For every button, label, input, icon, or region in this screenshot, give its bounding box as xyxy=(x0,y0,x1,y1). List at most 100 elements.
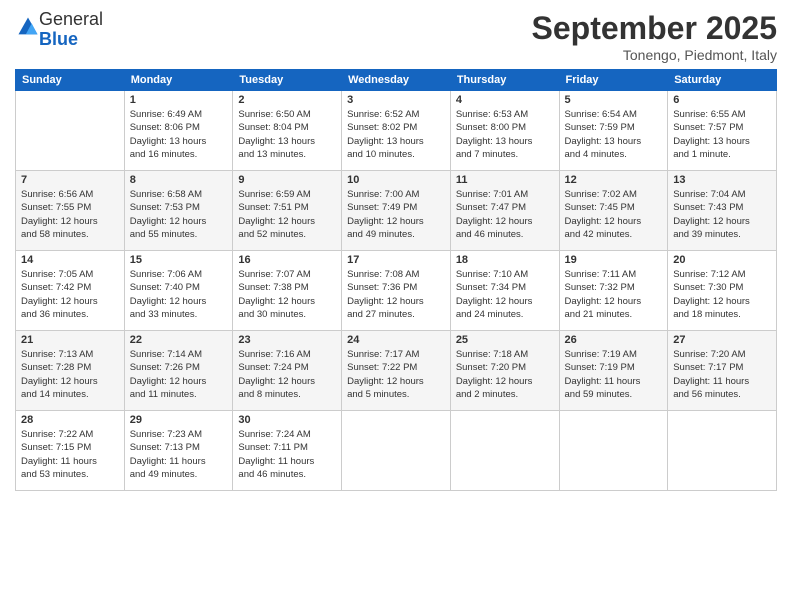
day-number: 26 xyxy=(565,334,663,346)
calendar-cell xyxy=(16,91,125,171)
day-info: Sunrise: 6:49 AMSunset: 8:06 PMDaylight:… xyxy=(130,108,228,161)
day-info: Sunrise: 7:06 AMSunset: 7:40 PMDaylight:… xyxy=(130,268,228,321)
calendar-cell: 8 Sunrise: 6:58 AMSunset: 7:53 PMDaylight… xyxy=(124,171,233,251)
day-number: 25 xyxy=(456,334,554,346)
calendar-cell: 23 Sunrise: 7:16 AMSunset: 7:24 PMDayligh… xyxy=(233,331,342,411)
day-number: 9 xyxy=(238,174,336,186)
calendar-cell xyxy=(342,411,451,491)
header: General Blue September 2025 Tonengo, Pie… xyxy=(15,10,777,63)
day-number: 20 xyxy=(673,254,771,266)
calendar-cell: 27Sunrise: 7:20 AMSunset: 7:17 PMDayligh… xyxy=(668,331,777,411)
calendar-cell: 30 Sunrise: 7:24 AMSunset: 7:11 PMDayligh… xyxy=(233,411,342,491)
calendar-cell: 17 Sunrise: 7:08 AMSunset: 7:36 PMDayligh… xyxy=(342,251,451,331)
week-row-1: 1 Sunrise: 6:49 AMSunset: 8:06 PMDaylight… xyxy=(16,91,777,171)
calendar-cell: 24Sunrise: 7:17 AMSunset: 7:22 PMDayligh… xyxy=(342,331,451,411)
calendar-table: Sunday Monday Tuesday Wednesday Thursday… xyxy=(15,69,777,491)
calendar-cell: 21Sunrise: 7:13 AMSunset: 7:28 PMDayligh… xyxy=(16,331,125,411)
day-number: 14 xyxy=(21,254,119,266)
day-number: 3 xyxy=(347,94,445,106)
day-info: Sunrise: 6:56 AMSunset: 7:55 PMDaylight:… xyxy=(21,188,119,241)
logo-general-text: General xyxy=(39,9,103,29)
calendar-cell: 15 Sunrise: 7:06 AMSunset: 7:40 PMDayligh… xyxy=(124,251,233,331)
day-number: 23 xyxy=(238,334,336,346)
col-tuesday: Tuesday xyxy=(233,70,342,91)
calendar-cell: 16Sunrise: 7:07 AMSunset: 7:38 PMDayligh… xyxy=(233,251,342,331)
calendar-header-row: Sunday Monday Tuesday Wednesday Thursday… xyxy=(16,70,777,91)
day-number: 30 xyxy=(238,414,336,426)
calendar-cell: 2 Sunrise: 6:50 AMSunset: 8:04 PMDaylight… xyxy=(233,91,342,171)
day-info: Sunrise: 7:18 AMSunset: 7:20 PMDaylight:… xyxy=(456,348,554,401)
location: Tonengo, Piedmont, Italy xyxy=(532,47,777,63)
col-monday: Monday xyxy=(124,70,233,91)
day-info: Sunrise: 7:22 AMSunset: 7:15 PMDaylight:… xyxy=(21,428,119,481)
day-info: Sunrise: 7:19 AMSunset: 7:19 PMDaylight:… xyxy=(565,348,663,401)
day-number: 28 xyxy=(21,414,119,426)
day-number: 8 xyxy=(130,174,228,186)
day-info: Sunrise: 7:24 AMSunset: 7:11 PMDaylight:… xyxy=(238,428,336,481)
day-number: 6 xyxy=(673,94,771,106)
day-number: 1 xyxy=(130,94,228,106)
week-row-4: 21Sunrise: 7:13 AMSunset: 7:28 PMDayligh… xyxy=(16,331,777,411)
day-info: Sunrise: 7:13 AMSunset: 7:28 PMDaylight:… xyxy=(21,348,119,401)
calendar-cell: 3 Sunrise: 6:52 AMSunset: 8:02 PMDaylight… xyxy=(342,91,451,171)
day-number: 24 xyxy=(347,334,445,346)
calendar-cell: 28 Sunrise: 7:22 AMSunset: 7:15 PMDayligh… xyxy=(16,411,125,491)
day-info: Sunrise: 7:20 AMSunset: 7:17 PMDaylight:… xyxy=(673,348,771,401)
calendar-cell: 7 Sunrise: 6:56 AMSunset: 7:55 PMDaylight… xyxy=(16,171,125,251)
day-number: 29 xyxy=(130,414,228,426)
col-saturday: Saturday xyxy=(668,70,777,91)
day-number: 15 xyxy=(130,254,228,266)
day-number: 13 xyxy=(673,174,771,186)
day-info: Sunrise: 6:52 AMSunset: 8:02 PMDaylight:… xyxy=(347,108,445,161)
calendar-cell xyxy=(668,411,777,491)
day-info: Sunrise: 7:11 AMSunset: 7:32 PMDaylight:… xyxy=(565,268,663,321)
calendar-cell: 19Sunrise: 7:11 AMSunset: 7:32 PMDayligh… xyxy=(559,251,668,331)
calendar-cell: 11Sunrise: 7:01 AMSunset: 7:47 PMDayligh… xyxy=(450,171,559,251)
day-info: Sunrise: 7:01 AMSunset: 7:47 PMDaylight:… xyxy=(456,188,554,241)
calendar-cell: 22Sunrise: 7:14 AMSunset: 7:26 PMDayligh… xyxy=(124,331,233,411)
calendar-cell: 9 Sunrise: 6:59 AMSunset: 7:51 PMDaylight… xyxy=(233,171,342,251)
day-info: Sunrise: 7:07 AMSunset: 7:38 PMDaylight:… xyxy=(238,268,336,321)
day-number: 17 xyxy=(347,254,445,266)
calendar-cell: 29 Sunrise: 7:23 AMSunset: 7:13 PMDayligh… xyxy=(124,411,233,491)
calendar-cell: 13Sunrise: 7:04 AMSunset: 7:43 PMDayligh… xyxy=(668,171,777,251)
calendar-cell: 25 Sunrise: 7:18 AMSunset: 7:20 PMDayligh… xyxy=(450,331,559,411)
day-info: Sunrise: 7:10 AMSunset: 7:34 PMDaylight:… xyxy=(456,268,554,321)
day-info: Sunrise: 7:02 AMSunset: 7:45 PMDaylight:… xyxy=(565,188,663,241)
calendar-cell: 1 Sunrise: 6:49 AMSunset: 8:06 PMDaylight… xyxy=(124,91,233,171)
col-thursday: Thursday xyxy=(450,70,559,91)
day-info: Sunrise: 7:05 AMSunset: 7:42 PMDaylight:… xyxy=(21,268,119,321)
day-info: Sunrise: 6:50 AMSunset: 8:04 PMDaylight:… xyxy=(238,108,336,161)
title-block: September 2025 Tonengo, Piedmont, Italy xyxy=(532,10,777,63)
day-number: 18 xyxy=(456,254,554,266)
day-number: 22 xyxy=(130,334,228,346)
day-info: Sunrise: 7:00 AMSunset: 7:49 PMDaylight:… xyxy=(347,188,445,241)
day-info: Sunrise: 7:16 AMSunset: 7:24 PMDaylight:… xyxy=(238,348,336,401)
day-info: Sunrise: 7:23 AMSunset: 7:13 PMDaylight:… xyxy=(130,428,228,481)
calendar-cell: 14 Sunrise: 7:05 AMSunset: 7:42 PMDayligh… xyxy=(16,251,125,331)
calendar-cell: 26 Sunrise: 7:19 AMSunset: 7:19 PMDayligh… xyxy=(559,331,668,411)
month-title: September 2025 xyxy=(532,10,777,47)
day-number: 4 xyxy=(456,94,554,106)
calendar-cell: 6Sunrise: 6:55 AMSunset: 7:57 PMDaylight… xyxy=(668,91,777,171)
logo-icon xyxy=(17,16,39,38)
page: General Blue September 2025 Tonengo, Pie… xyxy=(0,0,792,612)
day-number: 7 xyxy=(21,174,119,186)
week-row-2: 7 Sunrise: 6:56 AMSunset: 7:55 PMDaylight… xyxy=(16,171,777,251)
day-info: Sunrise: 6:53 AMSunset: 8:00 PMDaylight:… xyxy=(456,108,554,161)
day-number: 5 xyxy=(565,94,663,106)
day-number: 12 xyxy=(565,174,663,186)
week-row-3: 14 Sunrise: 7:05 AMSunset: 7:42 PMDayligh… xyxy=(16,251,777,331)
day-info: Sunrise: 7:08 AMSunset: 7:36 PMDaylight:… xyxy=(347,268,445,321)
day-number: 10 xyxy=(347,174,445,186)
calendar-cell xyxy=(450,411,559,491)
day-info: Sunrise: 6:59 AMSunset: 7:51 PMDaylight:… xyxy=(238,188,336,241)
day-number: 2 xyxy=(238,94,336,106)
col-wednesday: Wednesday xyxy=(342,70,451,91)
calendar-cell xyxy=(559,411,668,491)
day-info: Sunrise: 6:58 AMSunset: 7:53 PMDaylight:… xyxy=(130,188,228,241)
logo-blue-text: Blue xyxy=(39,29,78,49)
calendar-cell: 5Sunrise: 6:54 AMSunset: 7:59 PMDaylight… xyxy=(559,91,668,171)
calendar-cell: 20Sunrise: 7:12 AMSunset: 7:30 PMDayligh… xyxy=(668,251,777,331)
calendar-cell: 12 Sunrise: 7:02 AMSunset: 7:45 PMDayligh… xyxy=(559,171,668,251)
